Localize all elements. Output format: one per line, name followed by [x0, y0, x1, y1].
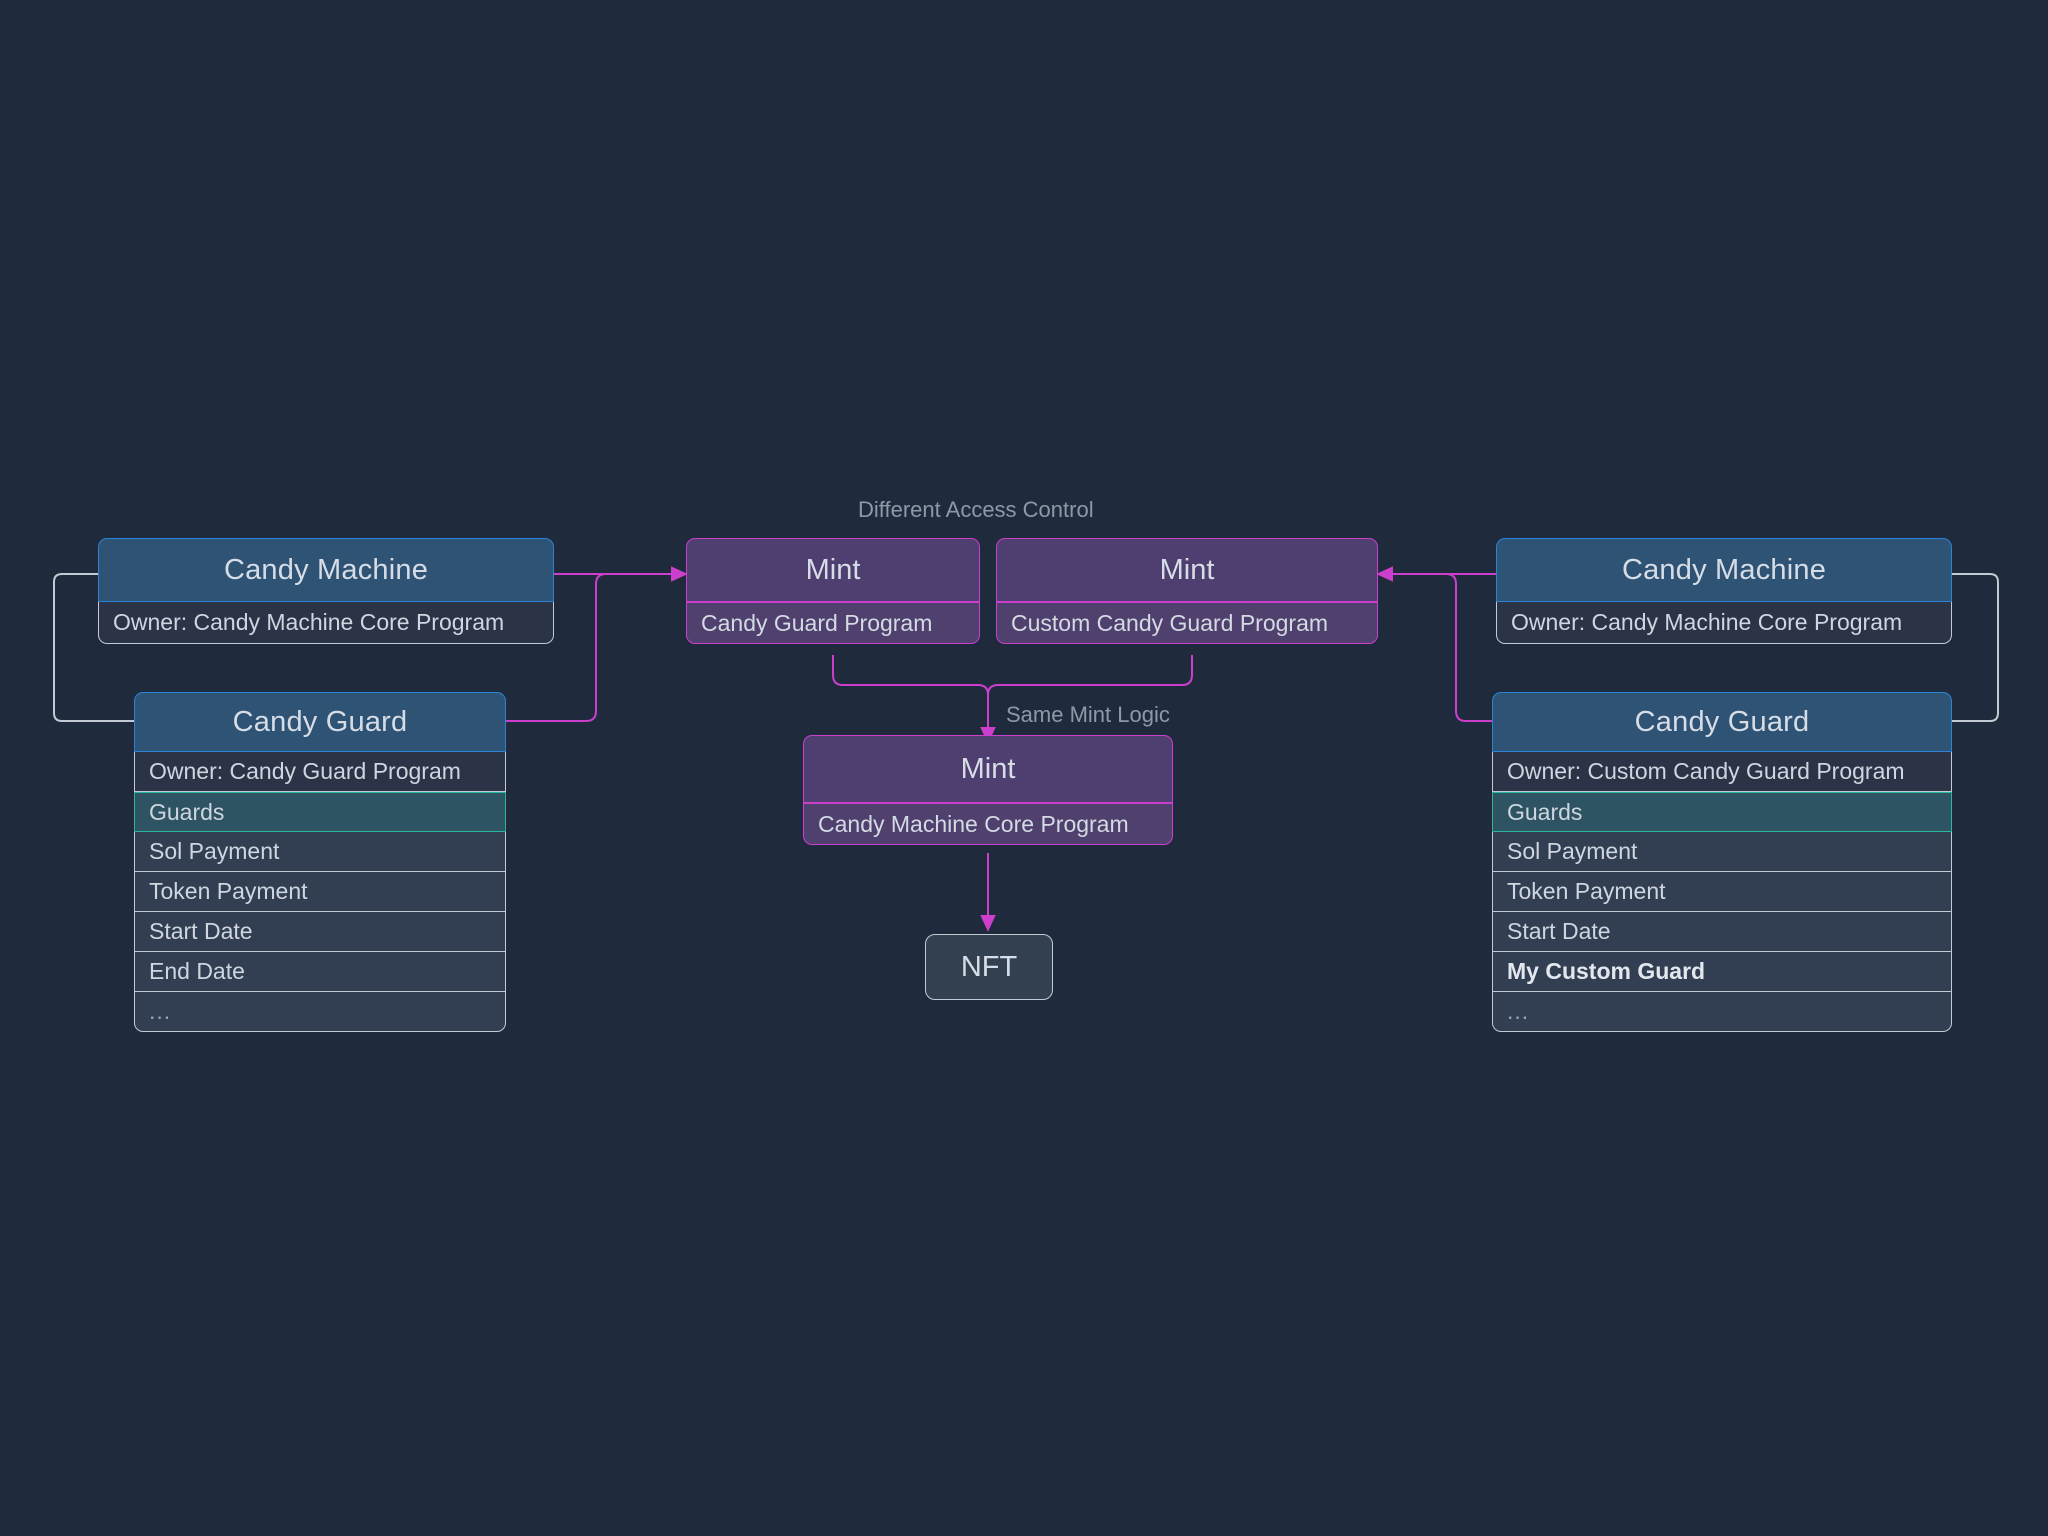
- mint-right-program: Custom Candy Guard Program: [996, 602, 1378, 644]
- left-guard-row-start-date: Start Date: [134, 912, 506, 952]
- edge-mint-left-to-core: [832, 655, 996, 744]
- right-guard-row-more: ...: [1492, 992, 1952, 1032]
- left-guard-row-guards: Guards: [134, 792, 506, 832]
- node-mint-core[interactable]: Mint Candy Machine Core Program: [803, 735, 1173, 845]
- mint-left-program: Candy Guard Program: [686, 602, 980, 644]
- left-candy-machine-title: Candy Machine: [98, 538, 554, 602]
- right-guard-row-owner: Owner: Custom Candy Guard Program: [1492, 752, 1952, 792]
- label-same-mint-logic: Same Mint Logic: [1006, 702, 1170, 727]
- left-guard-row-owner: Owner: Candy Guard Program: [134, 752, 506, 792]
- right-guard-row-guards: Guards: [1492, 792, 1952, 832]
- left-guard-row-sol-payment: Sol Payment: [134, 832, 506, 872]
- node-left-candy-machine[interactable]: Candy Machine Owner: Candy Machine Core …: [98, 538, 554, 644]
- right-guard-row-start-date: Start Date: [1492, 912, 1952, 952]
- node-mint-custom-candy-guard[interactable]: Mint Custom Candy Guard Program: [996, 538, 1378, 644]
- node-nft[interactable]: NFT: [925, 934, 1053, 1000]
- left-candy-guard-title: Candy Guard: [134, 692, 506, 752]
- edge-mint-right-to-core: [987, 655, 1193, 742]
- right-guard-row-sol-payment: Sol Payment: [1492, 832, 1952, 872]
- right-candy-guard-title: Candy Guard: [1492, 692, 1952, 752]
- mint-left-title: Mint: [686, 538, 980, 602]
- diagram-canvas: Different Access Control Same Mint Logic…: [0, 0, 2048, 1536]
- left-candy-machine-owner: Owner: Candy Machine Core Program: [98, 602, 554, 644]
- right-guard-row-my-custom-guard: My Custom Guard: [1492, 952, 1952, 992]
- mint-right-title: Mint: [996, 538, 1378, 602]
- mint-core-title: Mint: [803, 735, 1173, 803]
- left-guard-row-token-payment: Token Payment: [134, 872, 506, 912]
- right-candy-machine-owner: Owner: Candy Machine Core Program: [1496, 602, 1952, 644]
- right-guard-row-token-payment: Token Payment: [1492, 872, 1952, 912]
- node-mint-candy-guard[interactable]: Mint Candy Guard Program: [686, 538, 980, 644]
- mint-core-program: Candy Machine Core Program: [803, 803, 1173, 845]
- node-right-candy-guard[interactable]: Candy Guard Owner: Custom Candy Guard Pr…: [1492, 692, 1952, 1032]
- label-different-access-control: Different Access Control: [858, 497, 1094, 522]
- right-candy-machine-title: Candy Machine: [1496, 538, 1952, 602]
- node-left-candy-guard[interactable]: Candy Guard Owner: Candy Guard Program G…: [134, 692, 506, 1032]
- left-guard-row-more: ...: [134, 992, 506, 1032]
- node-right-candy-machine[interactable]: Candy Machine Owner: Candy Machine Core …: [1496, 538, 1952, 644]
- left-guard-row-end-date: End Date: [134, 952, 506, 992]
